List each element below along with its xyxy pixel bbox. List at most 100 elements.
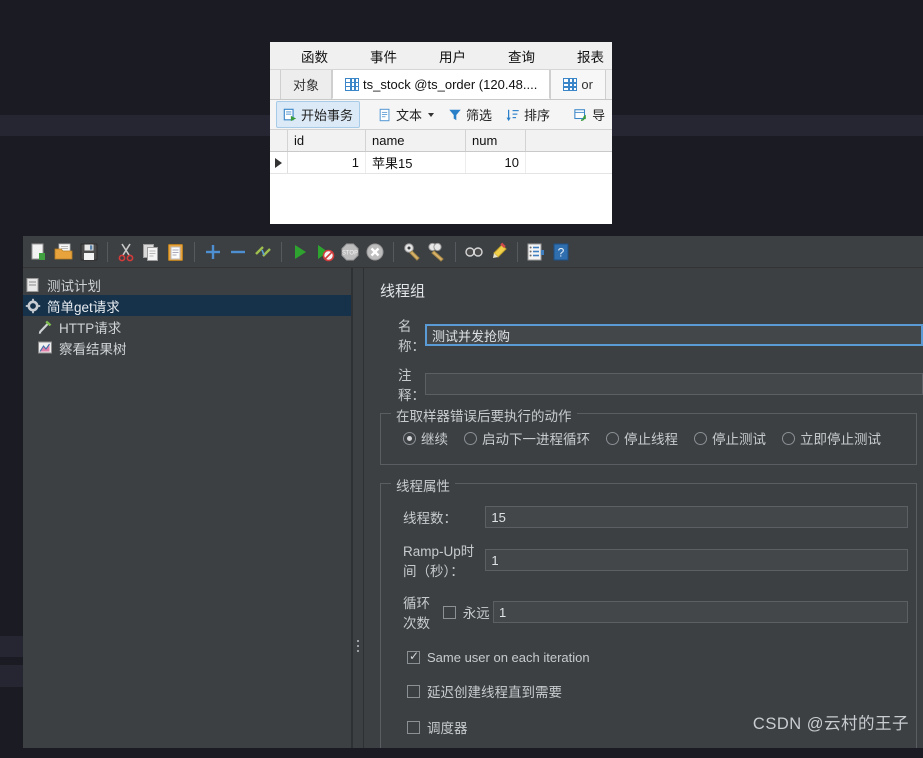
export-button[interactable]: 导 [568, 102, 611, 127]
jmeter-toolbar: STOP ? [23, 236, 923, 268]
scheduler-checkbox[interactable] [407, 720, 420, 734]
loops-input[interactable] [492, 601, 909, 623]
radio-stop-thread-label: 停止线程 [624, 432, 678, 447]
grid-icon [563, 78, 578, 91]
clear-icon[interactable] [400, 240, 424, 264]
menu-item-events[interactable]: 事件 [363, 46, 404, 66]
tab-objects-label: 对象 [293, 78, 320, 93]
tree-item-test-plan[interactable]: 测试计划 [23, 274, 351, 295]
tab-order[interactable]: or [550, 70, 606, 99]
menu-item-users[interactable]: 用户 [432, 46, 473, 66]
name-label: 名称： [398, 319, 425, 354]
stop-icon[interactable]: STOP [338, 240, 362, 264]
column-header-name[interactable]: name [366, 130, 466, 151]
toggle-icon[interactable] [251, 240, 275, 264]
tree-item-thread-group[interactable]: 简单get请求 [23, 295, 351, 316]
tree-item-view-results-tree[interactable]: 察看结果树 [23, 337, 351, 358]
start-no-timers-icon[interactable] [313, 240, 337, 264]
new-icon[interactable] [27, 240, 51, 264]
cell-id[interactable]: 1 [288, 152, 366, 173]
same-user-label: Same user on each iteration [427, 650, 590, 665]
cell-name[interactable]: 苹果15 [366, 152, 466, 173]
filter-button[interactable]: 筛选 [442, 102, 498, 127]
help-icon[interactable]: ? [549, 240, 573, 264]
cell-num[interactable]: 10 [466, 152, 526, 173]
sort-button[interactable]: 排序 [500, 102, 556, 127]
filter-icon [449, 109, 461, 120]
navicat-menubar: 函数 事件 用户 查询 报表 [270, 42, 612, 70]
comment-field-row: 注释： [376, 364, 923, 404]
function-helper-icon[interactable] [524, 240, 548, 264]
forever-checkbox[interactable] [442, 605, 456, 619]
loops-field-row: 循环次数 永远 [389, 592, 909, 632]
grid-header-row: id name num [270, 130, 612, 152]
radio-start-next-loop-marker[interactable] [464, 431, 477, 445]
tree-item-thread-group-label: 简单get请求 [47, 299, 120, 315]
paste-icon[interactable] [164, 240, 188, 264]
rampup-input[interactable] [485, 549, 908, 571]
radio-stop-thread[interactable]: 停止线程 [606, 428, 678, 448]
threads-field-row: 线程数： [389, 506, 908, 528]
radio-start-next-loop[interactable]: 启动下一进程循环 [464, 428, 590, 448]
radio-continue-marker[interactable] [403, 431, 416, 445]
clear-all-icon[interactable] [425, 240, 449, 264]
threads-input[interactable] [485, 506, 908, 528]
toolbar-divider [107, 241, 108, 262]
tab-ts-stock[interactable]: ts_stock @ts_order (120.48.... [332, 70, 551, 99]
radio-stop-test-label: 停止测试 [712, 432, 766, 447]
tab-ts-stock-label: ts_stock @ts_order (120.48.... [363, 76, 538, 92]
radio-stop-test-now-marker[interactable] [782, 431, 795, 445]
radio-continue[interactable]: 继续 [403, 428, 448, 448]
toolbar-divider [194, 241, 195, 262]
same-user-row[interactable]: Same user on each iteration [407, 649, 908, 665]
watermark: CSDN @云村的王子 [752, 715, 909, 733]
jmeter-body: 测试计划 简单get请求 HTTP请求 察看结果树 线程组 名称： 测试并发抢购… [23, 268, 923, 748]
delay-thread-creation-checkbox[interactable] [407, 684, 420, 698]
name-field-row: 名称： [376, 315, 923, 355]
copy-icon[interactable] [139, 240, 163, 264]
shutdown-icon[interactable] [363, 240, 387, 264]
sampler-error-action-title: 在取样器错误后要执行的动作 [391, 405, 577, 425]
expand-icon[interactable] [201, 240, 225, 264]
collapse-icon[interactable] [226, 240, 250, 264]
screen-root: 函数 事件 用户 查询 报表 对象 ts_stock @ts_order (12… [0, 0, 923, 758]
thread-group-icon [25, 298, 41, 313]
radio-stop-test[interactable]: 停止测试 [694, 428, 766, 448]
begin-transaction-button[interactable]: 开始事务 [276, 101, 361, 128]
column-header-id[interactable]: id [288, 130, 366, 151]
delay-thread-creation-row[interactable]: 延迟创建线程直到需要 [407, 681, 908, 701]
menu-item-report[interactable]: 报表 [570, 46, 611, 66]
export-label: 导 [592, 108, 606, 123]
menu-item-functions[interactable]: 函数 [294, 46, 335, 66]
name-input[interactable] [425, 324, 923, 346]
open-folder-icon[interactable] [52, 240, 76, 264]
tree-item-http-request[interactable]: HTTP请求 [23, 316, 351, 337]
panel-splitter[interactable] [352, 268, 364, 748]
search-reset-icon[interactable] [487, 240, 511, 264]
save-icon[interactable] [77, 240, 101, 264]
column-header-num[interactable]: num [466, 130, 526, 151]
text-view-button[interactable]: 文本 [372, 102, 440, 127]
radio-stop-test-now[interactable]: 立即停止测试 [782, 428, 881, 448]
cut-icon[interactable] [114, 240, 138, 264]
radio-stop-test-marker[interactable] [694, 431, 707, 445]
same-user-checkbox[interactable] [407, 649, 420, 664]
thread-properties-title: 线程属性 [391, 475, 455, 495]
svg-text:STOP: STOP [342, 250, 358, 256]
transaction-icon [283, 108, 297, 121]
thread-group-panel: 线程组 名称： 注释： 在取样器错误后要执行的动作 继续 [364, 268, 923, 748]
sort-icon [506, 109, 519, 121]
search-icon[interactable] [462, 240, 486, 264]
tab-objects[interactable]: 对象 [280, 70, 333, 99]
tree-item-http-request-label: HTTP请求 [59, 320, 122, 336]
table-row[interactable]: 1 苹果15 10 [270, 152, 612, 174]
radio-stop-thread-marker[interactable] [606, 431, 619, 445]
delay-thread-creation-label: 延迟创建线程直到需要 [427, 685, 562, 700]
desktop-band-left-a [0, 636, 23, 657]
comment-input[interactable] [425, 373, 923, 395]
rampup-label: Ramp-Up时间（秒）： [403, 544, 475, 579]
start-icon[interactable] [288, 240, 312, 264]
toolbar-divider [393, 241, 394, 262]
chevron-down-icon[interactable] [428, 112, 435, 117]
menu-item-query[interactable]: 查询 [501, 46, 542, 66]
